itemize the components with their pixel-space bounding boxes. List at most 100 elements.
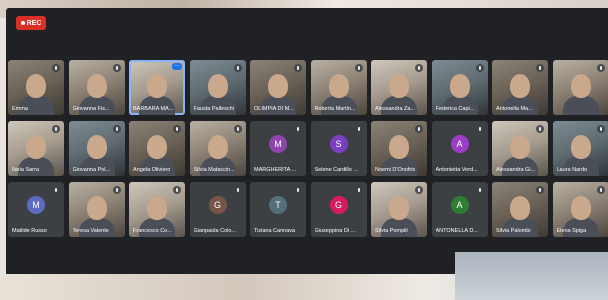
participant-tile[interactable]: Silvia Mataccin... (189, 121, 246, 176)
participant-tile[interactable]: A ANTONELLA D... (431, 182, 488, 237)
participant-name: Emma (12, 106, 28, 112)
participant-video-face (26, 135, 46, 159)
participant-video-face (147, 135, 167, 159)
participant-name: Antonietta Verd... (435, 167, 478, 173)
participant-tile[interactable]: G Giuseppina Di ... (310, 182, 367, 237)
participant-name: Matilde Russo (12, 228, 47, 234)
participant-video-face (86, 135, 107, 159)
avatar: A (450, 135, 469, 153)
participant-video-face (570, 135, 591, 159)
participant-tile[interactable]: Elena Spiga (552, 182, 608, 237)
avatar: G (208, 196, 227, 214)
mic-muted-icon (596, 125, 605, 133)
participant-tile[interactable]: Emma (8, 60, 64, 115)
participant-video-face (147, 196, 167, 220)
participant-tile[interactable]: A Antonietta Verd... (431, 121, 488, 176)
participant-tile[interactable]: Fausta Palleschi (189, 60, 246, 115)
participant-tile[interactable]: Giovanna Pol... (68, 121, 125, 176)
participant-name: Francesco Co... (133, 228, 172, 234)
participant-video-face (147, 74, 167, 98)
avatar: A (450, 196, 469, 214)
participant-video-face (570, 196, 591, 220)
participant-name: Fausta Palleschi (193, 106, 234, 112)
mic-muted-icon (354, 186, 363, 194)
meeting-window-bottom (6, 250, 456, 274)
participant-name: Antonella Ma... (496, 106, 533, 112)
participant-video-face (86, 74, 107, 98)
participant-tile[interactable]: Antonella Ma... (492, 60, 548, 115)
mic-muted-icon (475, 64, 484, 72)
mic-muted-icon (52, 64, 60, 72)
participant-tile[interactable]: Laura Nardo (552, 121, 608, 176)
participant-tile[interactable]: Francesco Co... (129, 182, 185, 237)
recording-badge: REC (16, 16, 46, 30)
mic-muted-icon (596, 186, 605, 194)
participant-name: Laura Nardo (556, 167, 588, 173)
overlay-photo (455, 252, 608, 300)
participant-tile[interactable]: Alessandra Za... (371, 60, 427, 115)
mic-muted-icon (294, 125, 302, 133)
participant-name: ANTONELLA D... (435, 228, 478, 234)
participant-video-face (510, 74, 530, 98)
participant-tile[interactable]: T Tiziana Cannava (250, 182, 306, 237)
participant-tile[interactable]: M Matilde Russo (8, 182, 64, 237)
participant-tile[interactable]: OLIMPIA DI M... (250, 60, 306, 115)
participant-name: Giovanna Pol... (72, 167, 111, 173)
participant-video-face (510, 135, 530, 159)
mic-muted-icon (173, 186, 181, 194)
mic-muted-icon (112, 186, 121, 194)
mic-muted-icon (415, 186, 423, 194)
mic-muted-icon (415, 125, 423, 133)
mic-muted-icon (294, 64, 302, 72)
participant-tile[interactable]: Giovanna Fis... (68, 60, 125, 115)
recording-label: REC (26, 19, 42, 27)
participant-name: Silvia Mataccin... (193, 167, 235, 173)
participant-name: Giovanna Fis... (72, 106, 110, 112)
mic-muted-icon (354, 125, 363, 133)
mic-muted-icon (52, 125, 60, 133)
participant-name: Alessandra Za... (375, 106, 416, 112)
participant-tile[interactable]: S Selene Cardillo ... (310, 121, 367, 176)
participant-video-face (26, 74, 46, 98)
participant-name: Angela Oliviero (133, 167, 171, 173)
participant-tile[interactable]: Noemi D'Onofrio (371, 121, 427, 176)
avatar: M (27, 196, 45, 214)
mic-muted-icon (233, 64, 242, 72)
participant-tile[interactable]: Silvia Palombi (492, 182, 548, 237)
avatar: T (269, 196, 287, 214)
participant-tile[interactable]: G Gianpaola Colo... (189, 182, 246, 237)
more-options-icon[interactable]: … (172, 62, 182, 70)
participant-name: Teresa Valente (72, 228, 109, 234)
participant-video-face (86, 196, 107, 220)
mic-muted-icon (294, 186, 302, 194)
participant-video-face (449, 74, 470, 98)
participant-video-face (389, 135, 409, 159)
participant-name: Silvia Pompili (375, 228, 408, 234)
participant-tile[interactable]: Federica Capi... (431, 60, 488, 115)
participant-tile[interactable]: Silvia Pompili (371, 182, 427, 237)
participant-tile[interactable]: Ilaria Sarra (8, 121, 64, 176)
participant-name: Alessandra Gi... (496, 167, 536, 173)
participant-name: Giuseppina Di ... (314, 228, 356, 234)
participant-tile[interactable]: M MARGHERITA ... (250, 121, 306, 176)
mic-muted-icon (112, 64, 121, 72)
participant-video-face (389, 196, 409, 220)
participant-name: Gianpaola Colo... (193, 228, 237, 234)
participant-video-face (570, 74, 591, 98)
participant-tile[interactable]: Teresa Valente (68, 182, 125, 237)
participant-tile[interactable] (552, 60, 608, 115)
participant-name: Ilaria Sarra (12, 167, 39, 173)
participant-name: OLIMPIA DI M... (254, 106, 294, 112)
participant-tile[interactable]: Roberta Martin... (310, 60, 367, 115)
participant-tile[interactable]: Alessandra Gi... (492, 121, 548, 176)
mic-muted-icon (233, 186, 242, 194)
mic-muted-icon (112, 125, 121, 133)
mic-muted-icon (475, 125, 484, 133)
participant-name: Silvia Palombi (496, 228, 531, 234)
participant-tile[interactable]: … BARBARA MA... (129, 60, 185, 115)
participant-tile[interactable]: Angela Oliviero (129, 121, 185, 176)
mic-muted-icon (233, 125, 242, 133)
mic-muted-icon (536, 64, 544, 72)
mic-muted-icon (173, 125, 181, 133)
participant-video-face (207, 74, 228, 98)
